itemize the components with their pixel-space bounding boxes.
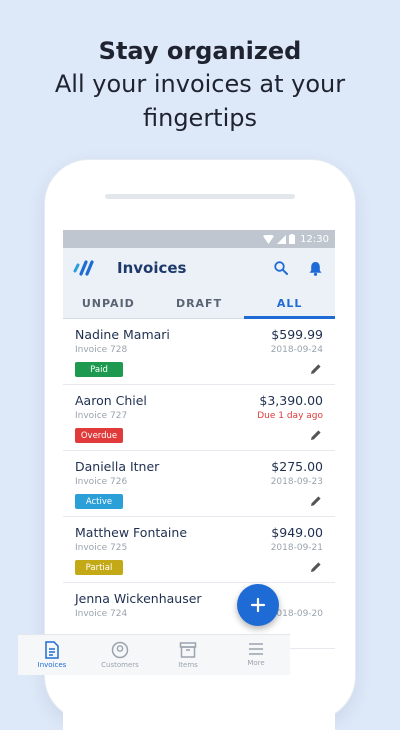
- nav-invoices[interactable]: Invoices: [18, 635, 86, 675]
- box-icon: [179, 642, 197, 658]
- wave-logo-icon: [73, 258, 95, 278]
- status-badge: Paid: [75, 362, 123, 377]
- promo-title: Stay organized: [98, 37, 302, 65]
- invoice-number: Invoice 727: [75, 411, 128, 421]
- customer-name: Aaron Chiel: [75, 393, 147, 408]
- edit-icon[interactable]: [309, 494, 323, 508]
- invoice-date: 2018-09-24: [270, 345, 323, 355]
- wifi-icon: [263, 234, 275, 244]
- invoice-number: Invoice 724: [75, 609, 128, 619]
- battery-icon: [289, 234, 296, 244]
- promo-subtitle-line1: All your invoices at your: [54, 70, 346, 98]
- invoice-row[interactable]: Nadine Mamari $599.99 Invoice 728 2018-0…: [63, 319, 335, 385]
- invoice-number: Invoice 725: [75, 543, 128, 553]
- invoice-tabs: UNPAID DRAFT ALL: [63, 288, 335, 319]
- nav-more[interactable]: More: [222, 635, 290, 675]
- invoice-icon: [45, 641, 59, 659]
- invoice-number: Invoice 728: [75, 345, 128, 355]
- invoice-row[interactable]: Aaron Chiel $3,390.00 Invoice 727 Due 1 …: [63, 385, 335, 451]
- page-title: Invoices: [117, 259, 187, 277]
- cell-signal-icon: [277, 234, 287, 244]
- edit-icon[interactable]: [309, 560, 323, 574]
- nav-label: More: [247, 659, 265, 667]
- edit-icon[interactable]: [309, 428, 323, 442]
- add-invoice-button[interactable]: [237, 584, 279, 626]
- customer-name: Daniella Itner: [75, 459, 160, 474]
- tab-draft[interactable]: DRAFT: [154, 288, 245, 318]
- nav-items[interactable]: Items: [154, 635, 222, 675]
- invoice-list: Nadine Mamari $599.99 Invoice 728 2018-0…: [63, 319, 335, 649]
- status-badge: Active: [75, 494, 123, 509]
- promo-subtitle-line2: fingertips: [142, 104, 257, 132]
- status-icons: [263, 234, 296, 244]
- bell-icon[interactable]: [305, 258, 325, 278]
- status-badge: Overdue: [75, 428, 123, 443]
- search-icon[interactable]: [271, 258, 291, 278]
- invoice-date: 2018-09-20: [270, 609, 323, 619]
- phone-speaker: [105, 194, 295, 199]
- tab-all[interactable]: ALL: [244, 288, 335, 319]
- invoice-amount: $949.00: [271, 525, 323, 540]
- nav-label: Invoices: [37, 661, 67, 669]
- promo-headline: Stay organized All your invoices at your…: [0, 36, 400, 134]
- invoice-amount: $3,390.00: [259, 393, 323, 408]
- customer-name: Jenna Wickenhauser: [75, 591, 202, 606]
- invoice-number: Invoice 726: [75, 477, 128, 487]
- invoice-row[interactable]: Matthew Fontaine $949.00 Invoice 725 201…: [63, 517, 335, 583]
- bottom-nav: Invoices Customers Items More: [18, 634, 290, 675]
- status-time: 12:30: [300, 233, 329, 245]
- nav-label: Items: [178, 661, 198, 669]
- customer-name: Nadine Mamari: [75, 327, 170, 342]
- nav-customers[interactable]: Customers: [86, 635, 154, 675]
- status-badge: Partial: [75, 560, 123, 575]
- invoice-amount: $275.00: [271, 459, 323, 474]
- app-bar: Invoices: [63, 248, 335, 288]
- invoice-date: 2018-09-21: [270, 543, 323, 553]
- tab-unpaid[interactable]: UNPAID: [63, 288, 154, 318]
- customer-name: Matthew Fontaine: [75, 525, 188, 540]
- plus-icon: [250, 597, 266, 613]
- status-bar: 12:30: [63, 230, 335, 248]
- customer-icon: [111, 641, 129, 659]
- nav-label: Customers: [101, 661, 139, 669]
- invoice-date: 2018-09-23: [270, 477, 323, 487]
- invoice-row[interactable]: Daniella Itner $275.00 Invoice 726 2018-…: [63, 451, 335, 517]
- invoice-amount: $599.99: [271, 327, 323, 342]
- edit-icon[interactable]: [309, 362, 323, 376]
- invoice-due-status: Due 1 day ago: [257, 411, 323, 421]
- menu-icon: [249, 643, 263, 655]
